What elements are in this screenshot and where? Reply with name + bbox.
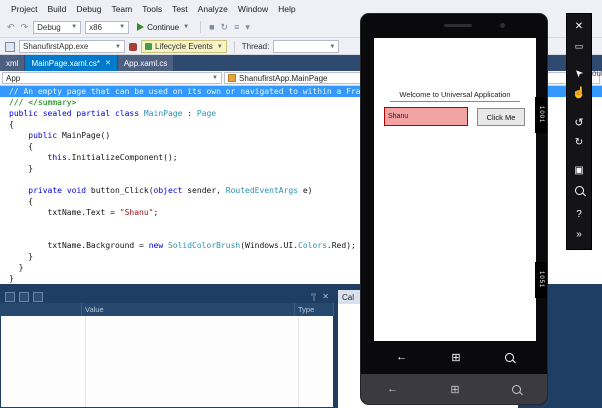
- rotate-left-icon[interactable]: ↺: [566, 112, 592, 132]
- app-title: Welcome to Universal Application: [390, 90, 520, 102]
- tab-label: MainPage.xaml.cs*: [31, 58, 100, 68]
- tab-app-xaml-cs[interactable]: App.xaml.cs: [117, 55, 174, 71]
- hand-icon[interactable]: ☝: [566, 82, 592, 102]
- debug-configuration-combo[interactable]: Debug ▼: [33, 20, 82, 34]
- type-dropdown[interactable]: App ▼: [2, 72, 222, 84]
- windows-icon[interactable]: ⊞: [450, 383, 459, 396]
- pointer-icon[interactable]: ➤: [566, 62, 592, 82]
- emulator-toolbar: ✕ ▭ ➤ ☝ ↺ ↻ ▣?»: [566, 13, 592, 250]
- menu-item-tools[interactable]: Tools: [137, 4, 167, 14]
- menu-item-test[interactable]: Test: [167, 4, 193, 14]
- minimize-icon[interactable]: ▭: [566, 36, 592, 56]
- tab-label: App.xaml.cs: [123, 58, 168, 68]
- menu-item-analyze[interactable]: Analyze: [193, 4, 233, 14]
- menu-item-help[interactable]: Help: [273, 4, 300, 14]
- play-icon: [137, 23, 145, 31]
- stop-icon[interactable]: ■: [208, 22, 215, 32]
- column-divider: [85, 316, 86, 407]
- help-icon[interactable]: ?: [566, 204, 592, 224]
- callstack-panel-title: Cal: [342, 292, 355, 302]
- back-icon[interactable]: ←: [387, 383, 398, 395]
- column-header-value: Value: [82, 303, 295, 316]
- watch-toolbar-icon[interactable]: [19, 291, 29, 302]
- speaker-slot: [444, 24, 472, 27]
- chevron-down-icon: ▼: [115, 43, 121, 50]
- navigate-forward-icon[interactable]: ↷: [20, 22, 30, 33]
- menu-item-build[interactable]: Build: [42, 4, 71, 14]
- toolbar-separator: [233, 40, 235, 53]
- watch-panel-body[interactable]: [1, 316, 333, 407]
- fit-to-screen-icon[interactable]: ▣: [566, 160, 592, 180]
- navigate-back-icon[interactable]: ↶: [6, 22, 16, 33]
- zoom-icon[interactable]: [566, 180, 592, 200]
- menu-item-project[interactable]: Project: [6, 4, 42, 14]
- emulator-screen[interactable]: [374, 38, 536, 341]
- front-camera: [500, 23, 505, 28]
- continue-button[interactable]: Continue ▼: [133, 20, 193, 35]
- chevron-down-icon: ▼: [329, 43, 336, 50]
- column-header-name: [0, 303, 82, 316]
- class-icon: [228, 74, 236, 82]
- chevron-down-icon: ▼: [71, 24, 78, 30]
- watch-panel-toolbar: ✕: [0, 290, 334, 303]
- lifecycle-events-value: Lifecycle Events: [155, 42, 213, 51]
- tag-icon: [145, 43, 152, 50]
- emulator-edge-tab-bottom[interactable]: 1051: [535, 262, 547, 298]
- search-icon[interactable]: [511, 384, 521, 394]
- phone-hardware-buttons: ← ⊞: [374, 344, 536, 370]
- tab-xaml[interactable]: xml: [0, 55, 25, 71]
- type-value: App: [6, 73, 21, 83]
- close-icon[interactable]: ✕: [105, 59, 111, 67]
- thread-label: Thread:: [241, 42, 270, 51]
- process-value: ShanufirstApp.exe: [23, 42, 89, 51]
- thread-combo[interactable]: ▼: [273, 40, 340, 53]
- tab-mainpage-xaml-cs[interactable]: MainPage.xaml.cs* ✕: [25, 55, 117, 71]
- right-edge-text: out: [592, 69, 602, 78]
- click-me-button[interactable]: Click Me: [477, 108, 525, 126]
- pin-icon[interactable]: [310, 292, 317, 301]
- toolbar-separator: [200, 21, 202, 33]
- emulator-edge-tab-top[interactable]: 1001: [535, 97, 547, 133]
- name-textbox[interactable]: Shanu: [384, 107, 468, 126]
- menu-item-team[interactable]: Team: [106, 4, 137, 14]
- windows-icon[interactable]: ⊞: [451, 351, 460, 364]
- name-textbox-value: Shanu: [388, 113, 409, 120]
- restart-icon[interactable]: ↻: [220, 22, 230, 33]
- chevron-down-icon: ▼: [119, 24, 126, 30]
- column-header-type: Type: [295, 303, 334, 316]
- column-divider: [298, 316, 299, 407]
- debug-configuration-value: Debug: [37, 22, 61, 32]
- step-icon[interactable]: ≡: [233, 22, 240, 32]
- expand-icon[interactable]: »: [566, 224, 592, 244]
- menu-item-window[interactable]: Window: [233, 4, 273, 14]
- emulator-bottom-bar: ← ⊞: [361, 374, 547, 404]
- back-icon[interactable]: ←: [396, 351, 407, 363]
- menu-item-debug[interactable]: Debug: [71, 4, 106, 14]
- tab-label: xml: [6, 58, 19, 68]
- search-icon[interactable]: [504, 352, 514, 362]
- process-icon: [5, 41, 15, 52]
- member-value: ShanufirstApp.MainPage: [239, 73, 328, 83]
- close-icon[interactable]: ✕: [566, 16, 592, 36]
- lifecycle-events-combo[interactable]: Lifecycle Events ▼: [141, 40, 227, 53]
- watch-toolbar-icon[interactable]: [5, 291, 15, 302]
- close-icon[interactable]: ✕: [322, 292, 329, 301]
- platform-value: x86: [89, 22, 102, 32]
- snapshot-icon[interactable]: [129, 42, 137, 51]
- continue-label: Continue: [147, 22, 180, 32]
- chevron-down-icon: ▼: [212, 75, 218, 81]
- process-combo[interactable]: ShanufirstApp.exe ▼: [19, 40, 125, 53]
- rotate-right-icon[interactable]: ↻: [566, 132, 592, 152]
- watch-column-headers: Value Type: [0, 303, 334, 316]
- watch-toolbar-icon[interactable]: [33, 291, 43, 302]
- chevron-down-icon[interactable]: ▾: [244, 22, 251, 33]
- chevron-down-icon: ▼: [183, 24, 190, 30]
- platform-combo[interactable]: x86 ▼: [85, 20, 130, 34]
- chevron-down-icon: ▼: [216, 43, 223, 50]
